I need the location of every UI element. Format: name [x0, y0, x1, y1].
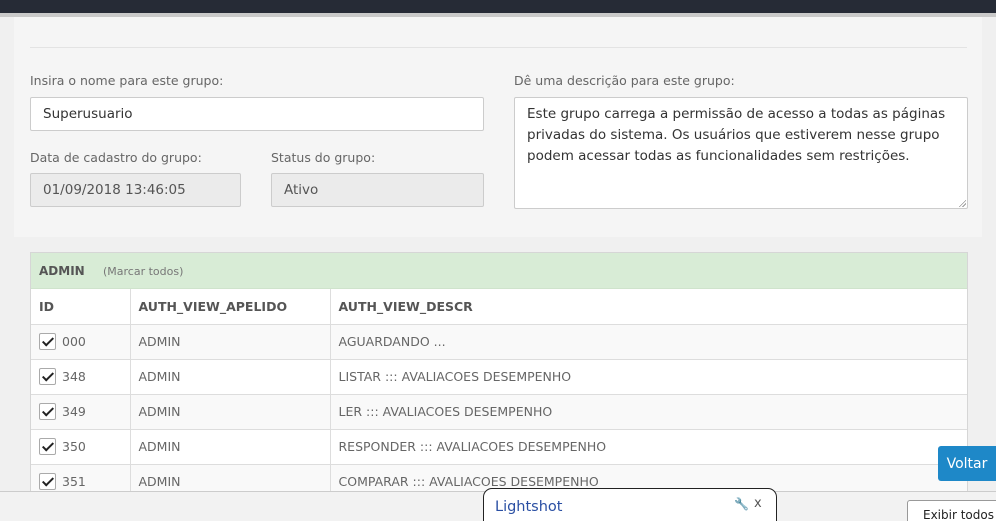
table-row: 348 ADMIN LISTAR ::: AVALIACOES DESEMPEN…: [31, 359, 967, 395]
lightshot-title: Lightshot: [495, 499, 563, 515]
table-row: 000 ADMIN AGUARDANDO ...: [31, 324, 967, 360]
group-description-textarea[interactable]: Este grupo carrega a permissão de acesso…: [514, 97, 968, 209]
cell-id: 350: [31, 429, 131, 465]
permission-checkbox[interactable]: [39, 368, 56, 385]
group-description-text: Este grupo carrega a permissão de acesso…: [527, 106, 946, 164]
permission-checkbox[interactable]: [39, 438, 56, 455]
wrench-icon[interactable]: 🔧: [734, 497, 749, 511]
permissions-panel: ADMIN (Marcar todos) ID AUTH_VIEW_APELID…: [30, 252, 968, 512]
permission-id: 349: [62, 404, 86, 419]
table-header-row: ID AUTH_VIEW_APELIDO AUTH_VIEW_DESCR: [31, 289, 967, 325]
cell-id: 348: [31, 359, 131, 395]
permission-checkbox[interactable]: [39, 473, 56, 490]
cell-apelido: ADMIN: [130, 324, 331, 360]
column-header-descr: AUTH_VIEW_DESCR: [330, 289, 967, 325]
group-status-label: Status do grupo:: [271, 150, 376, 165]
top-navbar: [0, 0, 996, 13]
permission-id: 348: [62, 369, 86, 384]
cell-descr: RESPONDER ::: AVALIACOES DESEMPENHO: [330, 429, 967, 465]
permission-group-title: ADMIN: [39, 264, 85, 278]
cell-descr: AGUARDANDO ...: [330, 324, 967, 360]
cell-descr: LISTAR ::: AVALIACOES DESEMPENHO: [330, 359, 967, 395]
permissions-table: ID AUTH_VIEW_APELIDO AUTH_VIEW_DESCR 000…: [31, 289, 967, 500]
show-all-button[interactable]: Exibir todos: [907, 500, 996, 521]
group-description-label: Dê uma descrição para este grupo:: [514, 73, 735, 88]
resize-grip-icon[interactable]: [958, 199, 966, 207]
permission-checkbox[interactable]: [39, 333, 56, 350]
registration-date-field: 01/09/2018 13:46:05: [30, 173, 241, 207]
column-header-apelido: AUTH_VIEW_APELIDO: [130, 289, 331, 325]
permission-id: 351: [62, 474, 86, 489]
column-header-id: ID: [31, 289, 131, 325]
group-status-field: Ativo: [271, 173, 484, 207]
permission-id: 000: [62, 334, 86, 349]
back-button[interactable]: Voltar: [938, 446, 996, 481]
cell-apelido: ADMIN: [130, 359, 331, 395]
permissions-panel-header: ADMIN (Marcar todos): [31, 253, 967, 289]
cell-apelido: ADMIN: [130, 429, 331, 465]
table-row: 349 ADMIN LER ::: AVALIACOES DESEMPENHO: [31, 394, 967, 430]
cell-apelido: ADMIN: [130, 394, 331, 430]
mark-all-link[interactable]: (Marcar todos): [103, 265, 183, 278]
group-name-input[interactable]: Superusuario: [30, 97, 484, 131]
permission-id: 350: [62, 439, 86, 454]
cell-id: 000: [31, 324, 131, 360]
lightshot-popup[interactable]: Lightshot 🔧 x: [483, 488, 777, 521]
registration-date-label: Data de cadastro do grupo:: [30, 150, 202, 165]
table-row: 350 ADMIN RESPONDER ::: AVALIACOES DESEM…: [31, 429, 967, 465]
group-name-label: Insira o nome para este grupo:: [30, 73, 224, 88]
close-icon[interactable]: x: [754, 496, 762, 511]
cell-id: 349: [31, 394, 131, 430]
permission-checkbox[interactable]: [39, 403, 56, 420]
cell-descr: LER ::: AVALIACOES DESEMPENHO: [330, 394, 967, 430]
form-divider: [30, 47, 967, 48]
